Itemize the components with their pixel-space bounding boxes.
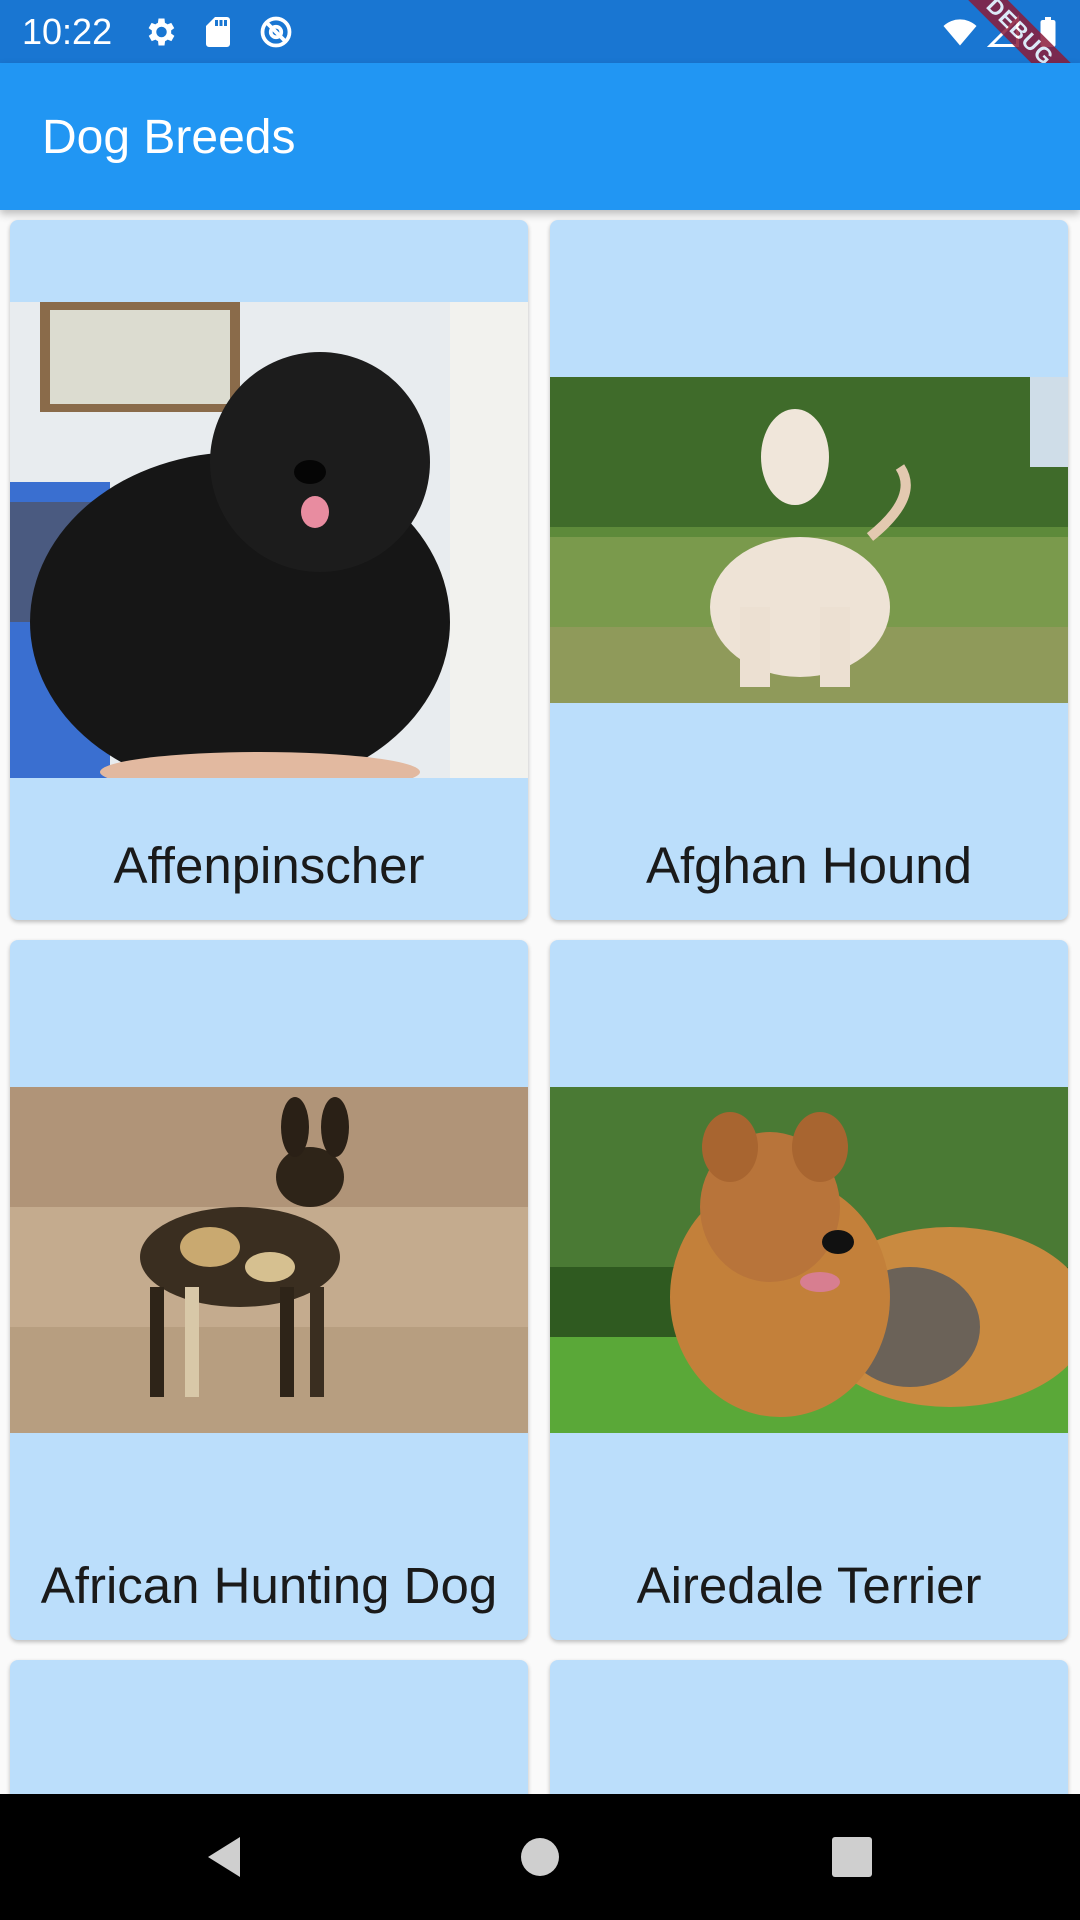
- tan-terrier-lying-photo: [550, 1087, 1068, 1433]
- cream-long-haired-dog-photo: [550, 377, 1068, 703]
- recents-icon[interactable]: [828, 1833, 876, 1881]
- breed-card[interactable]: Afghan Hound: [550, 220, 1068, 920]
- breed-card[interactable]: [550, 1660, 1068, 1794]
- breed-card[interactable]: African Hunting Dog: [10, 940, 528, 1640]
- breed-name: Afghan Hound: [645, 837, 973, 894]
- breed-card[interactable]: Affenpinscher: [10, 220, 528, 920]
- status-time: 10:22: [22, 11, 113, 52]
- status-bar: 10:22 DEBUG: [0, 0, 1080, 127]
- breed-name: Airedale Terrier: [636, 1557, 982, 1614]
- home-icon[interactable]: [516, 1833, 564, 1881]
- black-fluffy-dog-photo: [10, 302, 528, 778]
- back-icon[interactable]: [200, 1833, 248, 1881]
- sd-card-icon: [200, 14, 236, 50]
- app-bar: Dog Breeds: [0, 63, 1080, 210]
- page-title: Dog Breeds: [42, 111, 296, 164]
- breed-name: African Hunting Dog: [40, 1557, 498, 1614]
- system-nav-bar: [0, 1794, 1080, 1920]
- breed-grid[interactable]: Affenpinscher Afghan Hound African Hunti…: [0, 210, 1080, 1794]
- wifi-icon: [942, 14, 978, 50]
- breed-name: Affenpinscher: [113, 837, 425, 894]
- breed-card[interactable]: Airedale Terrier: [550, 940, 1068, 1640]
- spotted-wild-dog-photo: [10, 1087, 528, 1433]
- at-sign-icon: [258, 14, 294, 50]
- breed-card[interactable]: [10, 1660, 528, 1794]
- gear-icon: [142, 14, 178, 50]
